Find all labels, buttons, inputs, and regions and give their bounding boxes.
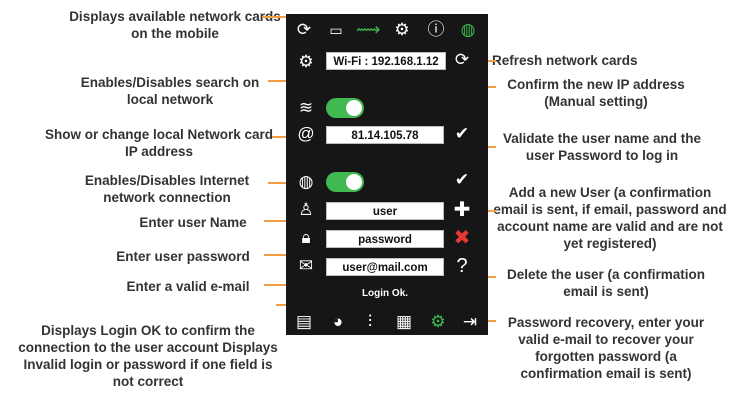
annotation-ip: Show or change local Network card IP add…: [44, 127, 274, 159]
refresh-icon[interactable]: ⟳: [292, 20, 316, 40]
annotation-refresh: Refresh network cards: [492, 53, 638, 68]
email-input[interactable]: user@mail.com: [326, 258, 444, 276]
password-recovery-icon[interactable]: ?: [450, 256, 474, 276]
user-input[interactable]: user: [326, 202, 444, 220]
at-icon: @: [297, 124, 315, 143]
wifi-select[interactable]: Wi-Fi : 192.168.1.12: [326, 52, 446, 70]
screen-icon[interactable]: ▭: [324, 20, 348, 40]
search-toggle[interactable]: [326, 98, 364, 118]
settings-active-icon[interactable]: ⚙: [426, 312, 450, 332]
wifi-icon: ≋: [298, 98, 314, 117]
password-input[interactable]: password: [326, 230, 444, 248]
refresh-cards-icon[interactable]: ⟳: [450, 50, 474, 70]
palette-icon[interactable]: ◕: [326, 312, 350, 332]
calendar-gear-icon[interactable]: ▦: [392, 312, 416, 332]
sliders-icon[interactable]: ⫶: [358, 312, 382, 332]
annotation-search: Enables/Disables search on local network: [80, 75, 260, 107]
gear-icon[interactable]: ⚙: [390, 20, 414, 40]
globe-row-icon: ◍: [298, 172, 314, 191]
info-icon[interactable]: ⓘ: [424, 20, 448, 40]
annotation-cards: Displays available network cards on the …: [69, 9, 281, 41]
annotation-login: Displays Login OK to confirm the connect…: [18, 323, 278, 389]
exit-icon[interactable]: ⇥: [458, 312, 482, 332]
add-user-icon[interactable]: ✚: [450, 200, 474, 220]
validate-icon[interactable]: ✔: [450, 170, 474, 190]
confirm-ip-icon[interactable]: ✔: [450, 124, 474, 144]
internet-toggle[interactable]: [326, 172, 364, 192]
satellite-icon[interactable]: ⟿: [356, 20, 380, 40]
wifi-settings-icon: ⚙: [298, 52, 314, 71]
annotation-email: Enter a valid e-mail: [126, 279, 250, 294]
annotation-add-user: Add a new User (a confirmation email is …: [493, 185, 727, 251]
annotation-validate: Validate the user name and the user Pass…: [502, 131, 702, 163]
annotation-confirm-ip: Confirm the new IP address (Manual setti…: [507, 77, 685, 109]
annotation-password: Enter user password: [116, 249, 250, 264]
delete-user-icon[interactable]: ✖: [450, 228, 474, 248]
film-icon[interactable]: ▤: [292, 312, 316, 332]
lock-icon: 🔒︎: [301, 228, 311, 247]
annotation-internet: Enables/Disables Internet network connec…: [84, 173, 250, 205]
mail-icon: ✉: [298, 256, 314, 275]
login-status: Login Ok.: [361, 288, 409, 299]
annotation-recovery: Password recovery, enter your valid e-ma…: [507, 315, 705, 381]
globe-icon[interactable]: ◍: [456, 20, 480, 40]
user-icon: ♙: [298, 200, 314, 219]
annotation-delete-user: Delete the user (a confirmation email is…: [506, 267, 706, 299]
annotation-user: Enter user Name: [139, 215, 247, 230]
phone-screen: ⟳ ▭ ⟿ ⚙ ⓘ ◍ ⚙ Wi-Fi : 192.168.1.12 ⟳ ≋ @…: [286, 14, 488, 335]
ip-input[interactable]: 81.14.105.78: [326, 126, 444, 144]
